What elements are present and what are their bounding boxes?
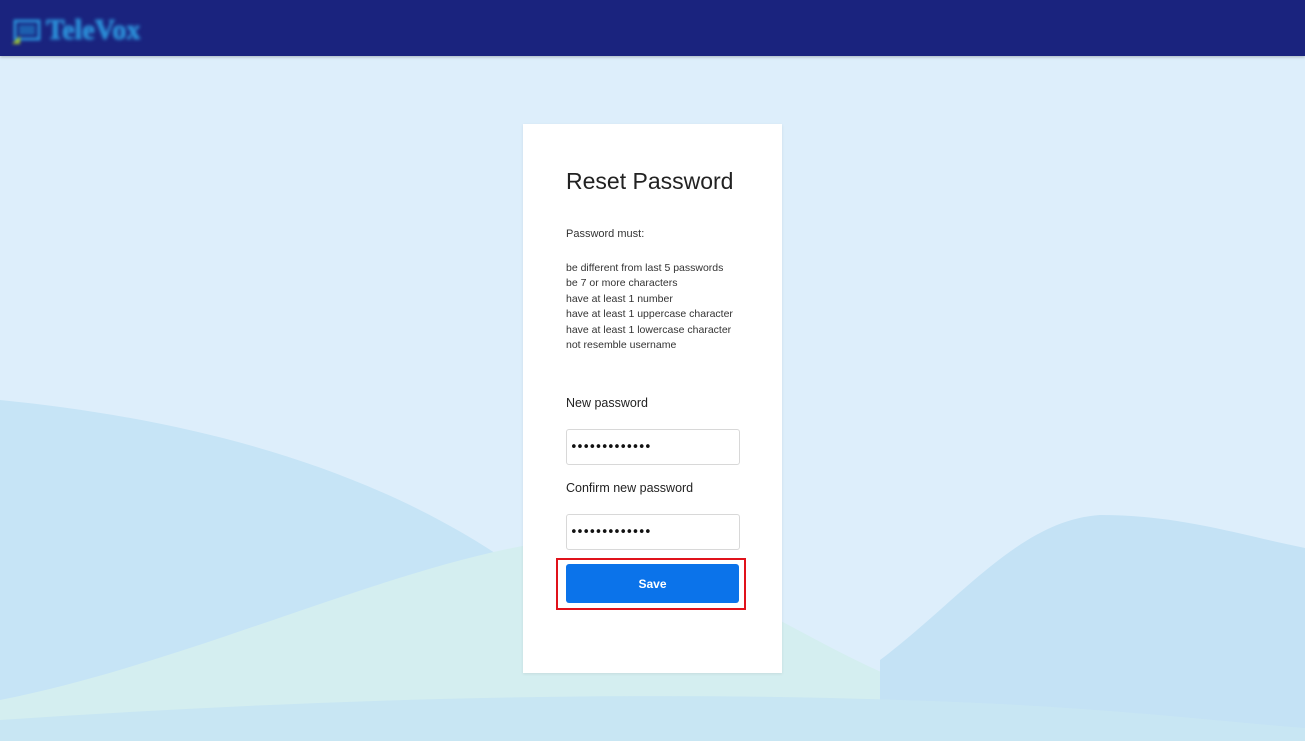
password-rule: have at least 1 uppercase character (566, 308, 733, 321)
confirm-password-input[interactable] (566, 514, 740, 550)
password-rules-list: be different from last 5 passwords be 7 … (566, 261, 733, 353)
televox-logo[interactable]: TeleVox (12, 13, 140, 49)
password-rule: be different from last 5 passwords (566, 262, 724, 274)
page-title: Reset Password (566, 168, 734, 194)
password-rule: have at least 1 number (566, 292, 673, 305)
password-rule: have at least 1 lowercase character (566, 323, 732, 336)
new-password-input[interactable] (566, 429, 740, 465)
save-button[interactable]: Save (566, 564, 739, 603)
password-rules-intro: Password must: (566, 228, 645, 240)
top-nav-bar: TeleVox (0, 0, 1305, 56)
reset-password-card: Reset Password Password must: be differe… (523, 124, 782, 673)
logo-wordmark: TeleVox (46, 15, 141, 46)
new-password-label: New password (566, 396, 648, 410)
tv-screen-icon (12, 19, 41, 44)
confirm-password-label: Confirm new password (566, 481, 694, 495)
password-rule: be 7 or more characters (566, 277, 678, 290)
password-rule: not resemble username (566, 339, 677, 352)
